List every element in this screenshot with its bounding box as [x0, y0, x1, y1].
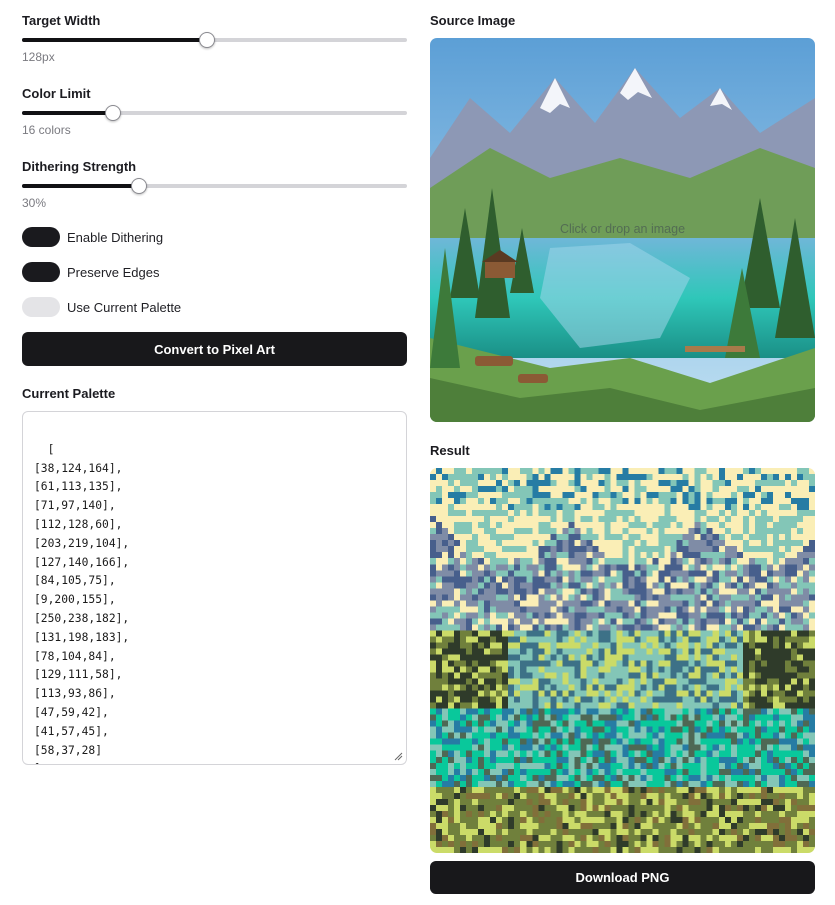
drop-hint: Click or drop an image [559, 222, 686, 236]
slider-thumb[interactable] [104, 105, 121, 121]
use-current-palette-toggle[interactable] [22, 297, 60, 317]
dithering-strength-slider[interactable] [22, 176, 407, 196]
target-width-value: 128px [22, 50, 55, 64]
convert-button[interactable]: Convert to Pixel Art [22, 332, 407, 366]
target-width-label: Target Width [22, 13, 101, 28]
pixel-art-result-image [430, 468, 815, 853]
use-current-palette-row: Use Current Palette [22, 297, 181, 317]
color-limit-label: Color Limit [22, 86, 91, 101]
palette-textarea[interactable]: [ [38,124,164], [61,113,135], [71,97,140… [22, 411, 407, 765]
preserve-edges-toggle[interactable] [22, 262, 60, 282]
dithering-strength-label: Dithering Strength [22, 159, 137, 174]
result-image [430, 468, 815, 853]
color-limit-slider[interactable] [22, 103, 407, 123]
download-png-button[interactable]: Download PNG [430, 861, 815, 894]
use-current-palette-label: Use Current Palette [67, 299, 182, 315]
resize-grip-icon[interactable] [393, 751, 403, 761]
preserve-edges-label: Preserve Edges [67, 264, 160, 280]
slider-fill [22, 184, 140, 188]
result-label: Result [430, 443, 470, 458]
dithering-strength-value: 30% [22, 196, 47, 210]
current-palette-label: Current Palette [22, 386, 116, 401]
enable-dithering-label: Enable Dithering [67, 229, 164, 245]
source-image-label: Source Image [430, 13, 516, 28]
enable-dithering-toggle[interactable] [22, 227, 60, 247]
slider-thumb[interactable] [198, 32, 215, 48]
slider-fill [22, 111, 113, 115]
slider-fill [22, 38, 207, 42]
enable-dithering-row: Enable Dithering [22, 227, 163, 247]
slider-thumb[interactable] [131, 178, 148, 194]
palette-text: [ [38,124,164], [61,113,135], [71,97,140… [34, 442, 130, 764]
target-width-slider[interactable] [22, 30, 407, 50]
color-limit-value: 16 colors [22, 123, 71, 137]
source-image-dropzone[interactable]: Click or drop an image [430, 38, 815, 422]
preserve-edges-row: Preserve Edges [22, 262, 160, 282]
